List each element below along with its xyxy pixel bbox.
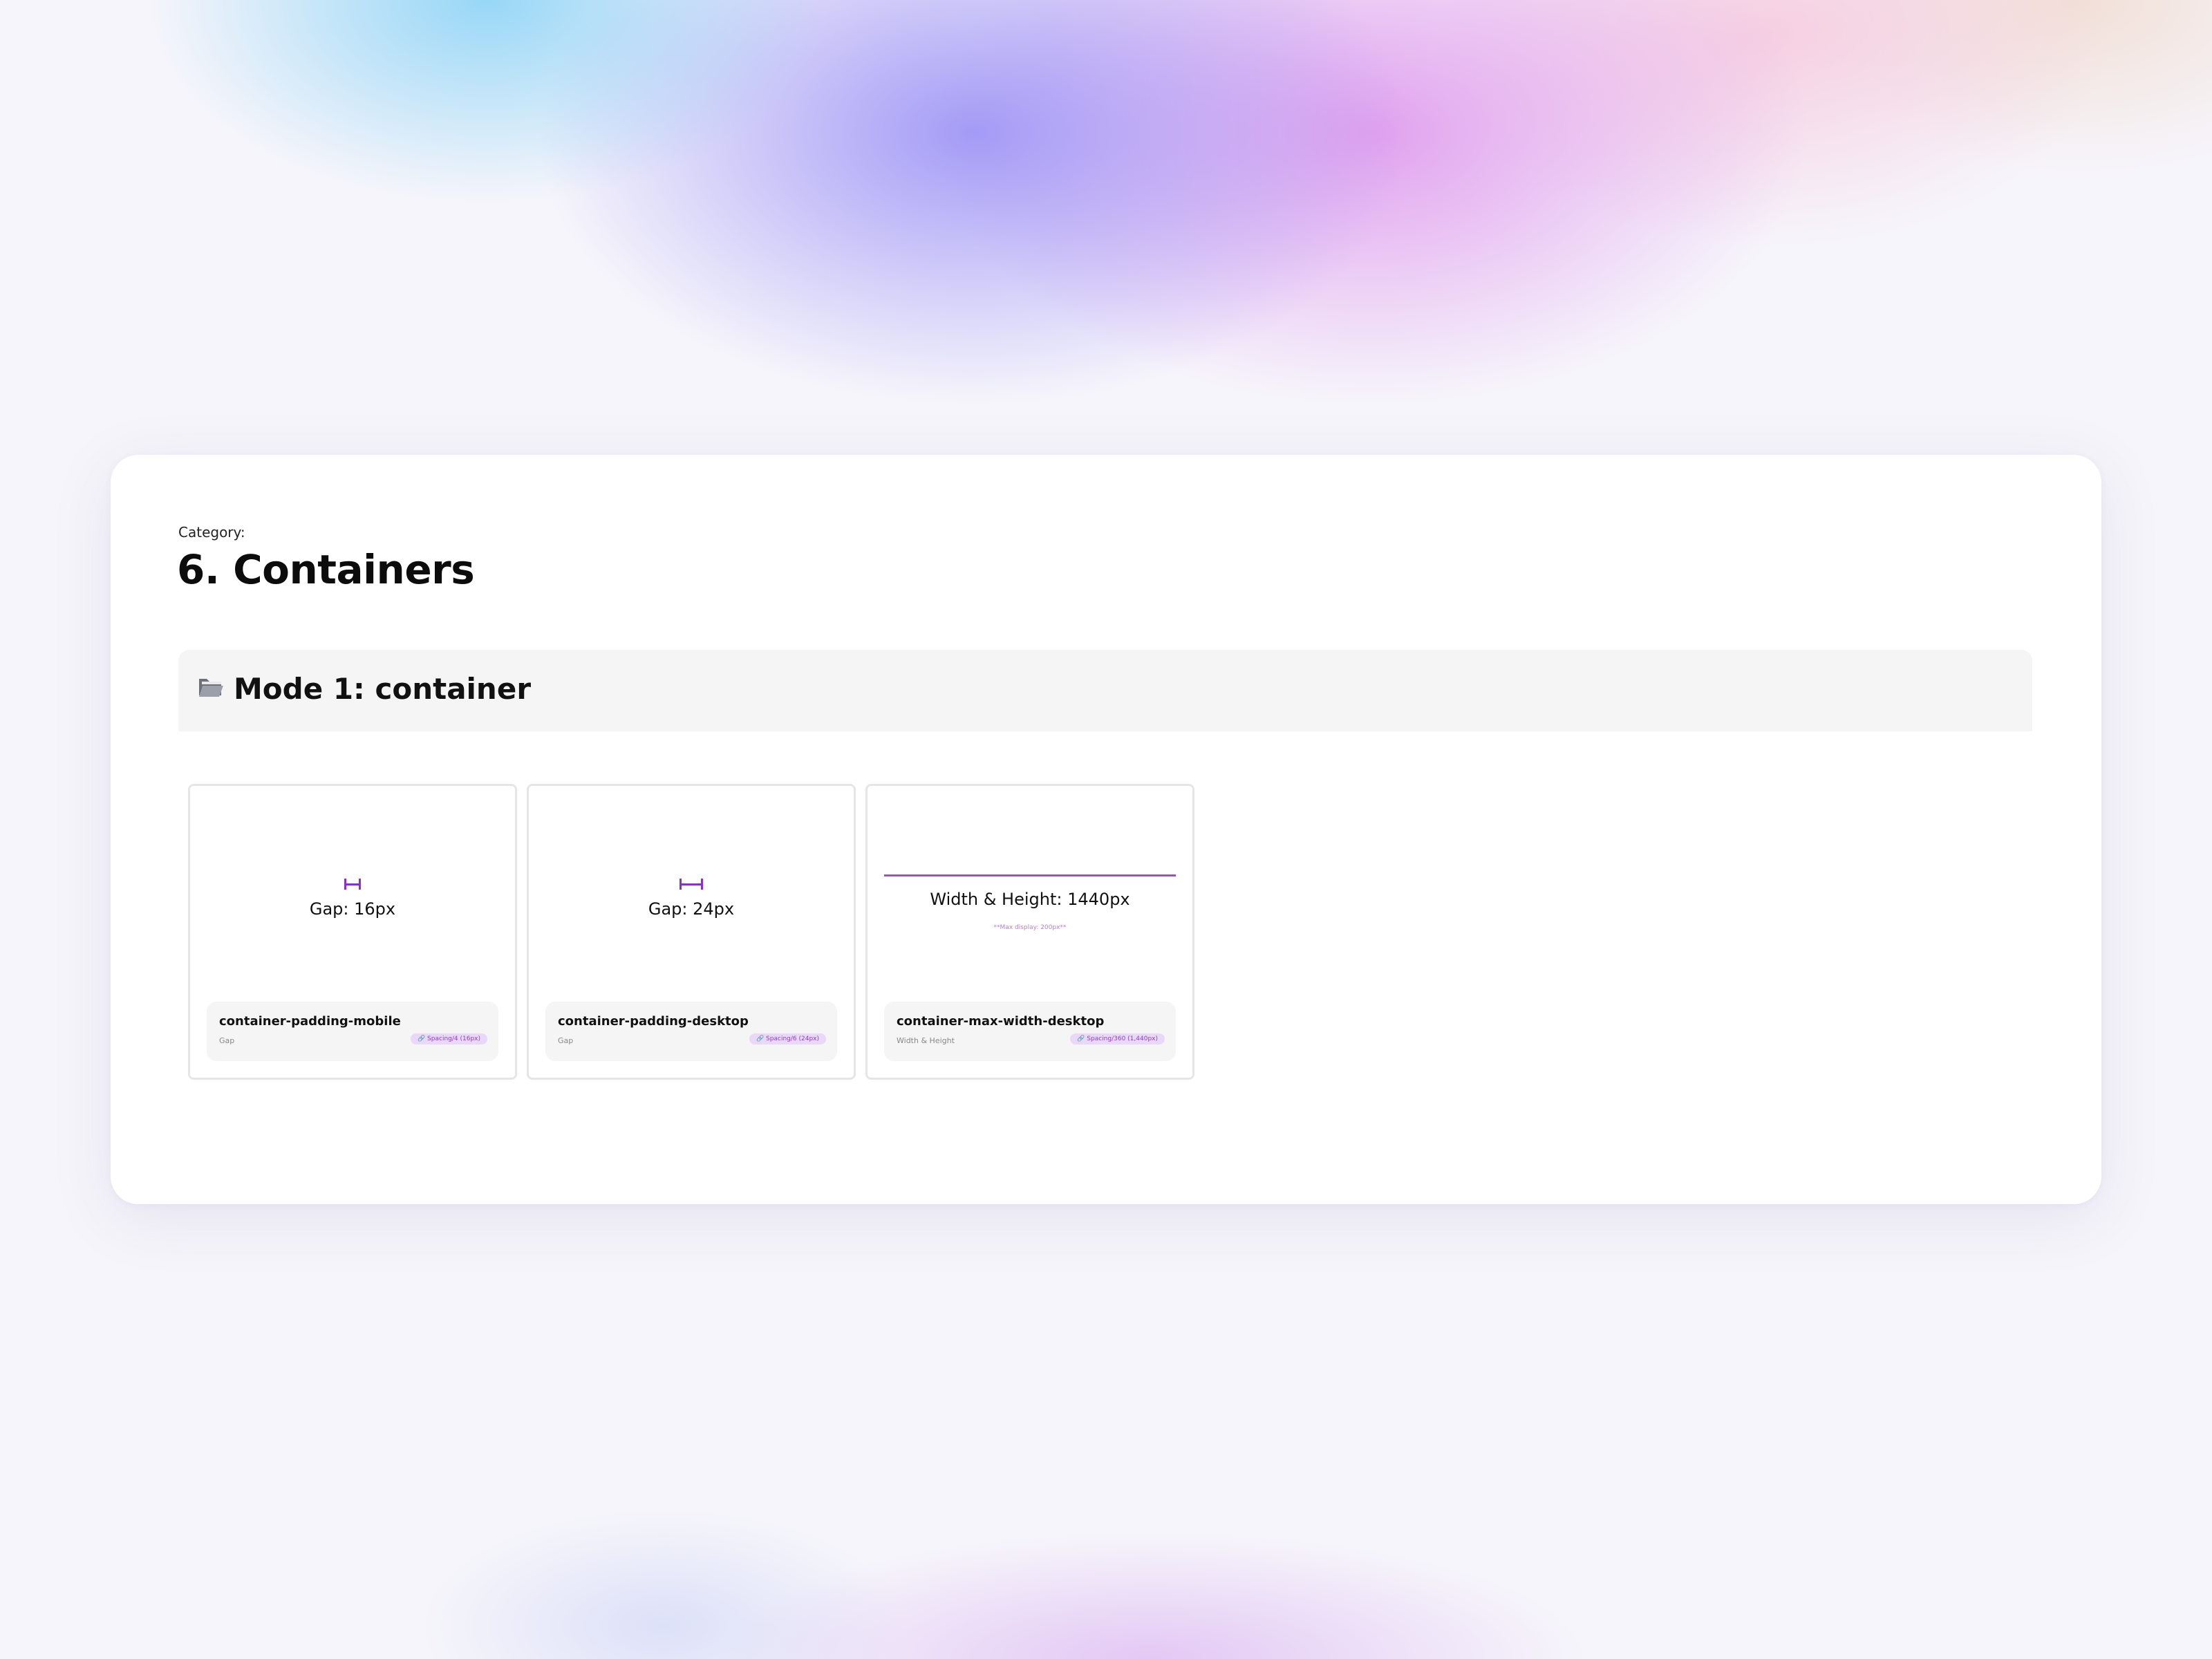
- token-kind: Width & Height: [897, 1036, 955, 1045]
- token-alias-badge: 🔗 Spacing/6 (24px): [749, 1033, 826, 1044]
- token-info: container-padding-mobile Gap 🔗 Spacing/4…: [207, 1002, 498, 1061]
- mode-header: Mode 1: container: [178, 650, 2032, 731]
- token-card[interactable]: Gap: 16px container-padding-mobile Gap 🔗…: [188, 784, 517, 1080]
- token-kind: Gap: [558, 1036, 574, 1045]
- token-visual-note: **Max display: 200px**: [993, 924, 1067, 931]
- token-kind: Gap: [219, 1036, 235, 1045]
- page-title: 6. Containers: [177, 546, 475, 593]
- token-visual-label: Width & Height: 1440px: [930, 890, 1130, 909]
- mode-title: Mode 1: container: [234, 672, 532, 706]
- token-card[interactable]: Gap: 24px container-padding-desktop Gap …: [527, 784, 856, 1080]
- token-name: container-padding-desktop: [558, 1014, 749, 1029]
- token-visual-label: Gap: 16px: [309, 899, 396, 919]
- token-name: container-max-width-desktop: [897, 1014, 1105, 1029]
- gap-icon: [679, 879, 703, 890]
- category-card: Category: 6. Containers Mode 1: containe…: [111, 455, 2101, 1204]
- token-alias-badge: 🔗 Spacing/360 (1,440px): [1070, 1033, 1165, 1044]
- token-info: container-padding-desktop Gap 🔗 Spacing/…: [545, 1002, 837, 1061]
- token-grid: Gap: 16px container-padding-mobile Gap 🔗…: [188, 784, 1194, 1080]
- width-preview-line: [884, 874, 1176, 877]
- token-visual-label: Gap: 24px: [648, 899, 735, 919]
- open-folder-icon: [199, 679, 223, 697]
- gap-icon: [344, 879, 361, 890]
- category-label: Category:: [178, 524, 245, 541]
- token-name: container-padding-mobile: [219, 1014, 401, 1029]
- token-info: container-max-width-desktop Width & Heig…: [884, 1002, 1176, 1061]
- token-alias-badge: 🔗 Spacing/4 (16px): [410, 1033, 487, 1044]
- token-card[interactable]: Width & Height: 1440px **Max display: 20…: [865, 784, 1194, 1080]
